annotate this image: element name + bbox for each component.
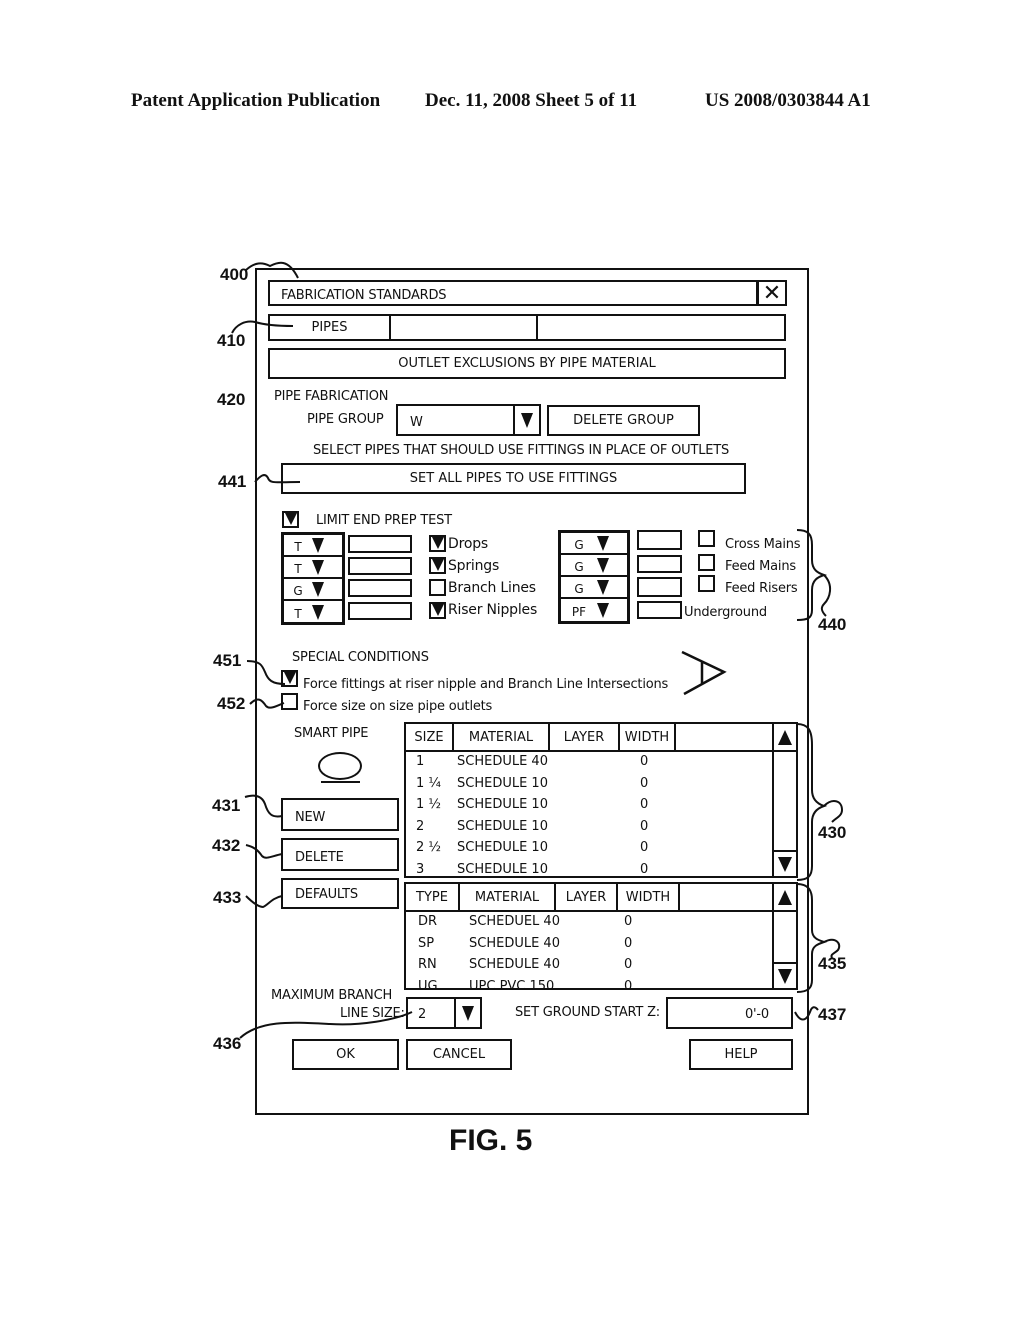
- brace-430-tail: [823, 800, 844, 823]
- brace-440-tail: [820, 574, 831, 617]
- brace-435: [796, 883, 828, 993]
- leader-lines: [231, 261, 844, 1039]
- leader-433: [245, 895, 283, 909]
- leader-400: [245, 261, 299, 279]
- brace-430: [796, 723, 828, 881]
- leader-437: [794, 1006, 819, 1021]
- leader-431: [244, 794, 283, 818]
- brace-440: [796, 529, 828, 621]
- arrow-shape: [681, 650, 727, 696]
- leader-432: [245, 844, 283, 859]
- brace-435-tail: [823, 938, 841, 959]
- leader-410: [231, 320, 294, 334]
- leader-451: [246, 660, 286, 685]
- leader-436: [239, 1011, 413, 1039]
- leader-441: [254, 474, 301, 484]
- leader-452: [249, 698, 285, 709]
